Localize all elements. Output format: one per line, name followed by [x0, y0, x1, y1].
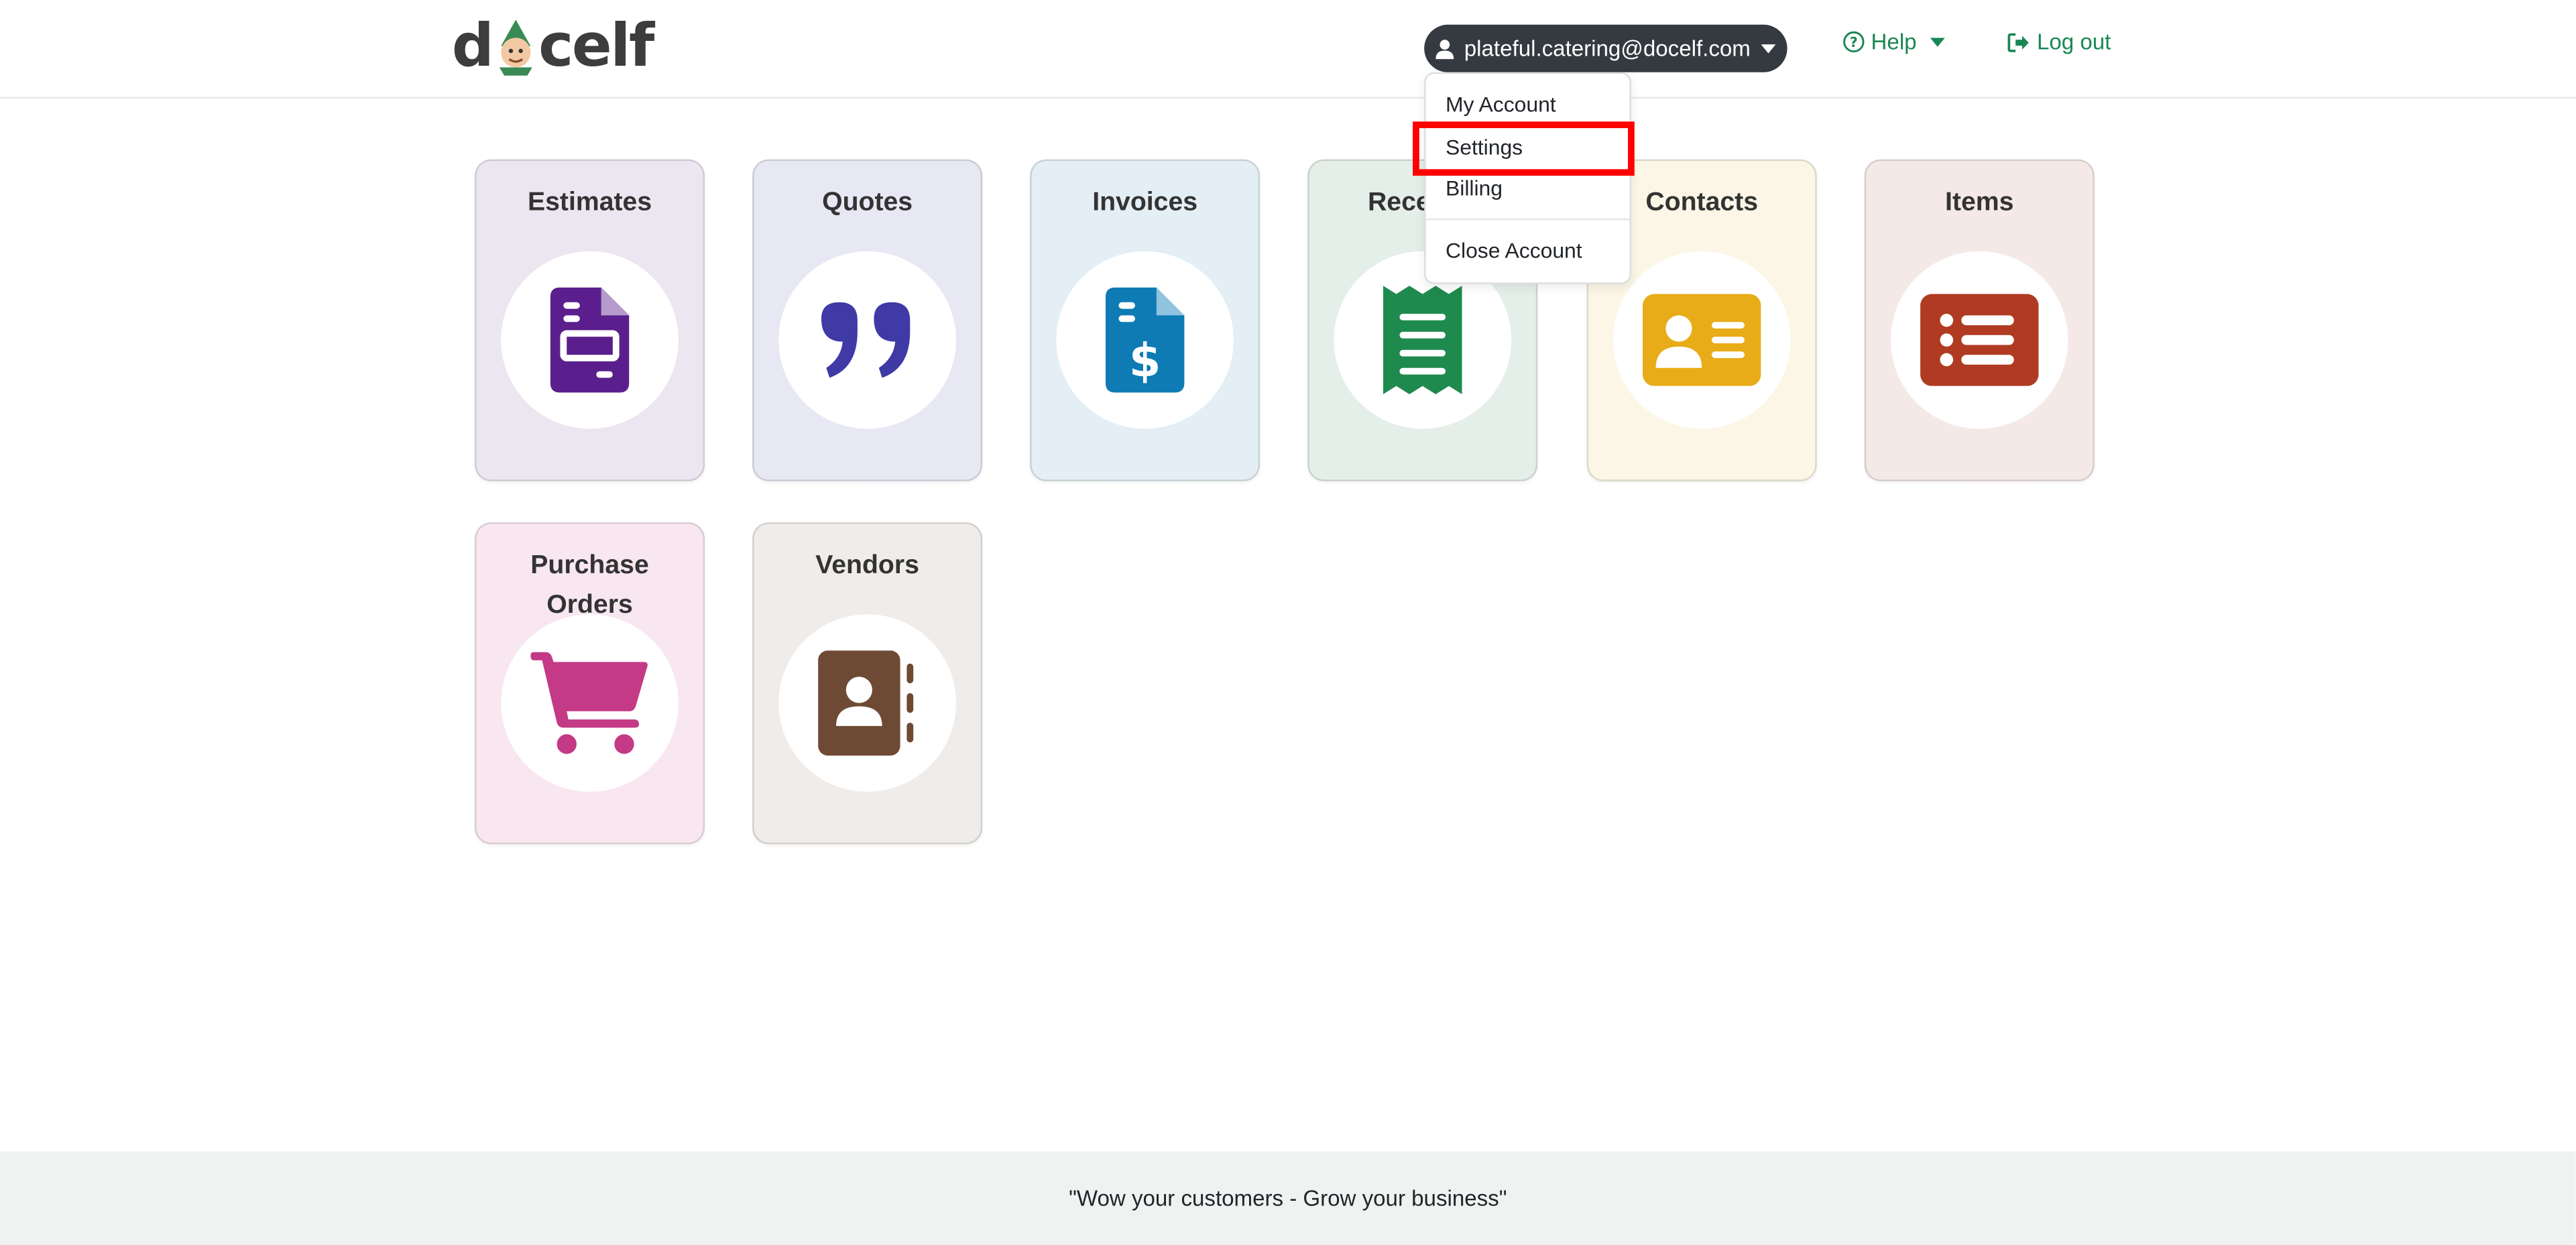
footer-tagline: "Wow your customers - Grow your business…	[1069, 1185, 1507, 1211]
menu-item-close-account[interactable]: Close Account	[1446, 238, 1582, 263]
logout-label: Log out	[2037, 29, 2111, 54]
tile-purchase-orders[interactable]: Purchase Orders	[475, 522, 705, 845]
svg-text:?: ?	[1850, 34, 1858, 50]
quote-icon	[821, 302, 911, 378]
user-dropdown-menu: My Account Settings Billing Close Accoun…	[1424, 72, 1631, 284]
menu-divider	[1425, 218, 1630, 221]
caret-down-icon	[1760, 43, 1775, 53]
file-dollar-icon: $	[1105, 287, 1185, 393]
list-icon	[1920, 294, 2039, 386]
tile-items[interactable]: Items	[1864, 159, 2095, 481]
navbar: d celf plateful.catering@docelf.com ? He…	[0, 0, 2576, 99]
file-invoice-icon	[550, 287, 630, 393]
settings-highlight-box	[1413, 121, 1635, 176]
tile-icon-circle	[501, 251, 679, 429]
logout-link[interactable]: Log out	[2007, 29, 2111, 54]
tile-estimates[interactable]: Estimates	[475, 159, 705, 481]
tile-vendors[interactable]: Vendors	[752, 522, 983, 845]
user-menu-toggle[interactable]: plateful.catering@docelf.com	[1424, 24, 1788, 72]
help-menu-toggle[interactable]: ? Help	[1843, 29, 1945, 54]
tile-label: Items	[1945, 188, 2014, 217]
docelf-logo[interactable]: d celf	[451, 12, 655, 80]
tile-label: Purchase Orders	[530, 552, 649, 619]
question-circle-icon: ?	[1843, 31, 1865, 53]
tile-quotes[interactable]: Quotes	[752, 159, 983, 481]
caret-down-icon	[1930, 37, 1945, 46]
logo-text-right: celf	[538, 12, 654, 80]
menu-item-my-account[interactable]: My Account	[1446, 92, 1556, 117]
user-email: plateful.catering@docelf.com	[1464, 36, 1751, 61]
menu-item-billing[interactable]: Billing	[1446, 176, 1503, 200]
tile-icon-circle	[1890, 251, 2068, 429]
help-label: Help	[1871, 29, 1917, 54]
footer: "Wow your customers - Grow your business…	[0, 1151, 2576, 1245]
tile-label: Invoices	[1092, 188, 1198, 217]
logo-text-left: d	[451, 12, 494, 80]
svg-text:$: $	[1129, 334, 1161, 388]
tile-label: Quotes	[822, 188, 913, 217]
tile-icon-circle	[778, 614, 956, 792]
user-icon	[1436, 39, 1455, 58]
tile-icon-circle	[778, 251, 956, 429]
tile-icon-circle	[1613, 251, 1791, 429]
sign-out-icon	[2007, 32, 2029, 52]
address-book-icon	[818, 650, 914, 756]
tile-icon-circle	[501, 614, 679, 792]
cart-icon	[530, 652, 648, 754]
address-card-icon	[1643, 294, 1761, 386]
receipt-icon	[1383, 286, 1462, 394]
elf-mascot-icon	[494, 13, 537, 79]
tile-label: Estimates	[527, 188, 652, 217]
tile-invoices[interactable]: Invoices $	[1030, 159, 1261, 481]
tile-label: Vendors	[815, 552, 919, 580]
tile-icon-circle: $	[1056, 251, 1234, 429]
